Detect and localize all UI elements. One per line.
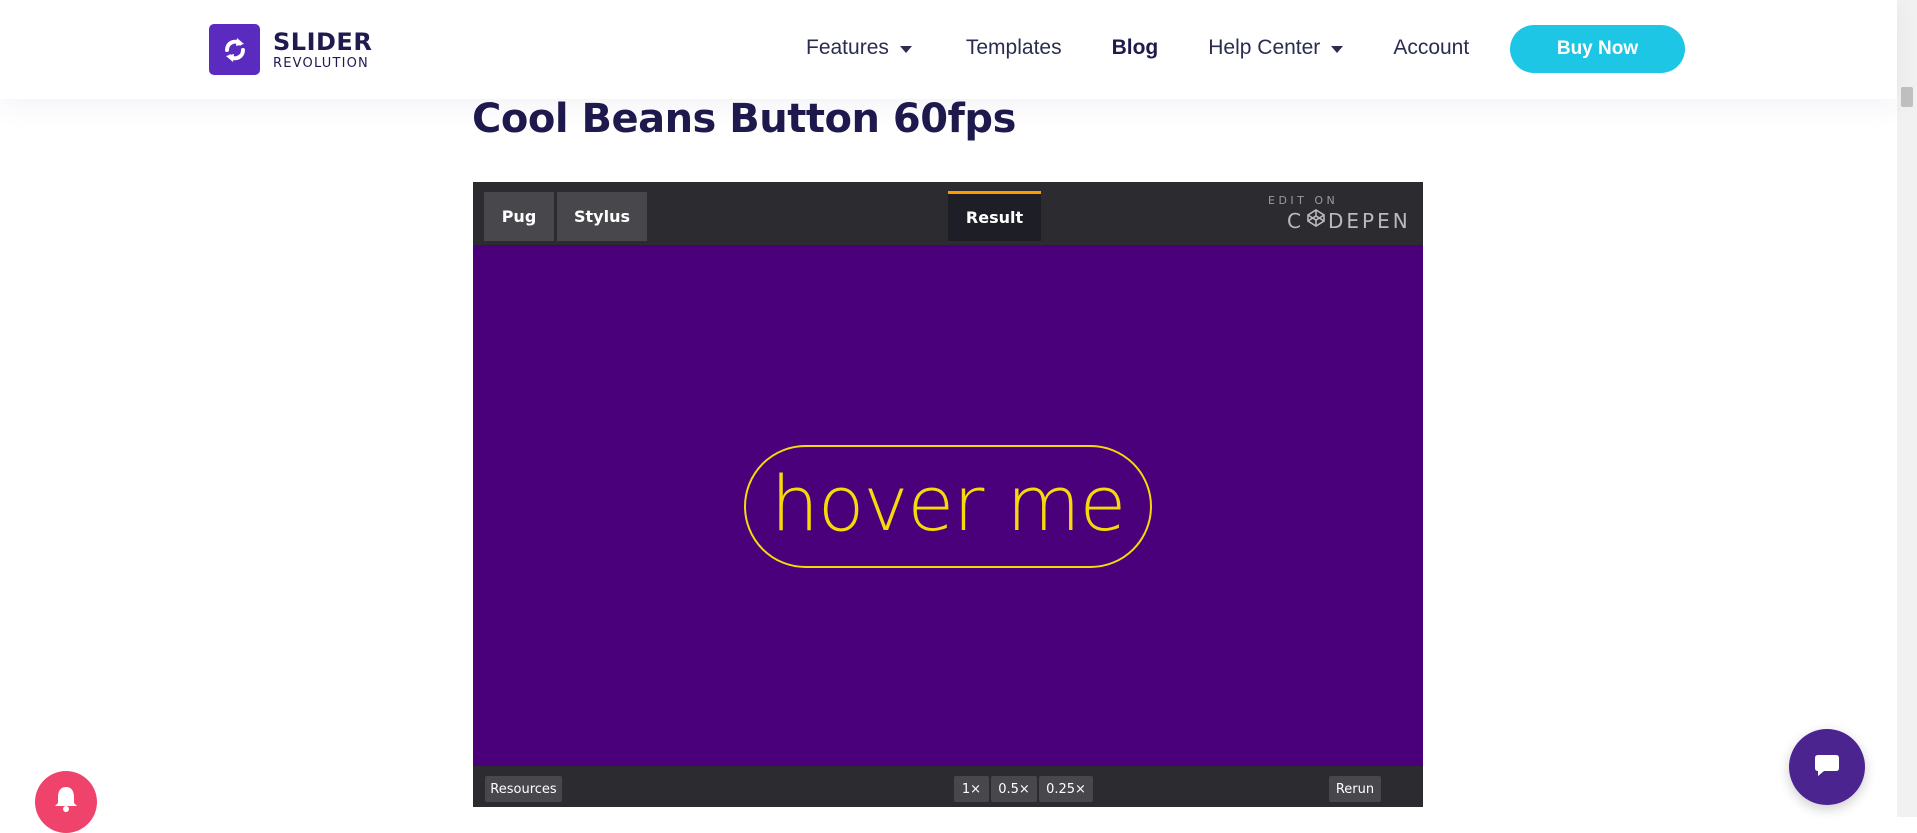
nav-blog[interactable]: Blog	[1112, 36, 1159, 60]
nav-help-center-label: Help Center	[1208, 36, 1321, 59]
main-nav: Features Templates Blog Help Center Acco…	[806, 36, 1469, 60]
nav-account-label: Account	[1393, 36, 1470, 59]
tab-result[interactable]: Result	[948, 191, 1041, 241]
codepen-result-area: hover me	[473, 245, 1423, 766]
page-scrollbar[interactable]	[1897, 0, 1917, 817]
nav-templates-label: Templates	[965, 36, 1062, 59]
logo-title: SLIDER	[273, 27, 373, 56]
chat-widget-button[interactable]	[1789, 729, 1865, 805]
nav-features-label: Features	[806, 36, 889, 59]
codepen-logo[interactable]: C DEPEN	[1287, 208, 1411, 233]
zoom-1x-button[interactable]: 1×	[954, 776, 989, 802]
chat-bubble-icon	[1812, 750, 1842, 785]
codepen-tab-bar: Pug Stylus Result EDIT ON C DEPEN	[473, 182, 1423, 245]
codepen-embed: Pug Stylus Result EDIT ON C DEPEN hover …	[473, 182, 1423, 807]
nav-blog-label: Blog	[1111, 36, 1159, 59]
chevron-down-icon	[1331, 45, 1344, 53]
bell-icon	[51, 784, 81, 819]
rerun-button[interactable]: Rerun	[1329, 776, 1381, 802]
nav-templates[interactable]: Templates	[966, 36, 1062, 60]
hover-me-button[interactable]: hover me	[744, 445, 1152, 568]
nav-account[interactable]: Account	[1393, 36, 1469, 60]
codepen-bottom-bar: Resources 1× 0.5× 0.25× Rerun	[473, 766, 1423, 807]
codepen-logo-suffix: DEPEN	[1327, 208, 1411, 233]
scrollbar-thumb[interactable]	[1901, 87, 1913, 107]
chevron-down-icon	[899, 45, 912, 53]
codepen-cube-icon	[1306, 208, 1326, 233]
resources-button[interactable]: Resources	[485, 776, 562, 802]
tab-stylus[interactable]: Stylus	[557, 192, 647, 241]
buy-now-button[interactable]: Buy Now	[1510, 25, 1685, 73]
logo-subtitle: REVOLUTION	[273, 55, 369, 71]
edit-on-label[interactable]: EDIT ON	[1268, 194, 1338, 207]
zoom-05x-button[interactable]: 0.5×	[991, 776, 1037, 802]
article-title: Cool Beans Button 60fps	[472, 96, 1016, 142]
site-header: SLIDER REVOLUTION Features Templates Blo…	[0, 0, 1897, 99]
refresh-arrows-icon	[209, 24, 260, 75]
logo[interactable]: SLIDER REVOLUTION	[209, 24, 372, 75]
nav-help-center[interactable]: Help Center	[1208, 36, 1344, 60]
hover-me-label: hover me	[770, 458, 1127, 548]
codepen-logo-prefix: C	[1287, 208, 1304, 233]
tab-pug[interactable]: Pug	[484, 192, 554, 241]
notification-button[interactable]	[35, 771, 97, 833]
zoom-025x-button[interactable]: 0.25×	[1039, 776, 1093, 802]
nav-features[interactable]: Features	[806, 36, 912, 60]
